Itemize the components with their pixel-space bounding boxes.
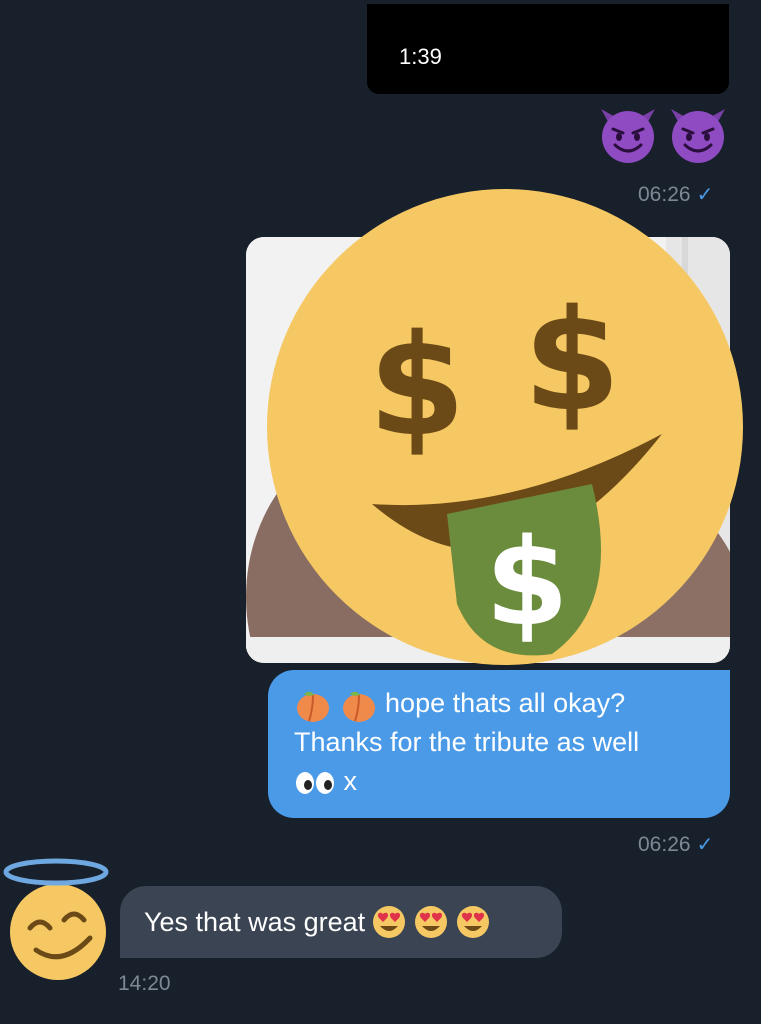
avatar-smiling-halo-icon[interactable] [2,858,114,982]
outgoing-message-bubble[interactable]: hope thats all okay? Thanks for the trib… [268,670,730,818]
svg-text:$: $ [485,514,569,653]
svg-text:$: $ [523,280,620,443]
message-line: x [294,762,710,801]
timestamp-text: 06:26 [638,832,691,856]
message-text-line-1: hope thats all okay? [385,688,626,718]
message-line: hope thats all okay? [294,684,710,723]
peach-icon [342,691,375,722]
incoming-message-text: Yes that was great [144,906,366,937]
heart-eyes-icon [457,906,490,938]
reaction-emoji-row [595,99,731,165]
money-mouth-face-icon: $ $ $ [267,189,743,665]
video-duration: 1:39 [399,44,442,69]
eyes-icon [296,771,334,794]
message-text-line-2: Thanks for the tribute as well [294,727,640,757]
incoming-timestamp: 14:20 [118,972,171,995]
chat-screen: 1:39 06:26 ✓ $ $ $ hope thats all okay? … [0,0,761,1024]
heart-eyes-icon [415,906,448,938]
message-timestamp: 06:26 ✓ [638,832,713,857]
incoming-message-bubble[interactable]: Yes that was great [120,886,562,958]
smiling-devil-icon [671,109,725,163]
peach-icon [297,691,329,722]
read-check-icon: ✓ [696,834,714,856]
smiling-devil-icon [601,109,655,163]
video-message[interactable]: 1:39 [367,4,729,94]
message-text-line-3: x [343,766,358,796]
svg-text:$: $ [368,305,465,468]
heart-eyes-icon [373,906,406,938]
